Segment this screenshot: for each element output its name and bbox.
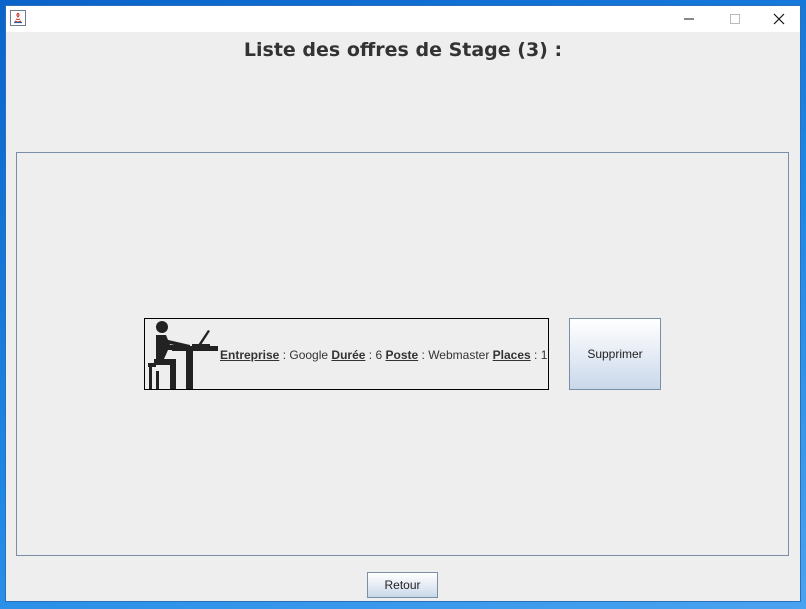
- minimize-icon: [684, 18, 694, 20]
- window-titlebar[interactable]: [6, 6, 800, 32]
- places-label: Places: [492, 348, 531, 362]
- delete-offer-button[interactable]: Supprimer: [569, 318, 661, 390]
- java-app-icon: [10, 10, 26, 26]
- close-icon: [773, 13, 785, 25]
- separator: :: [365, 348, 376, 362]
- minimize-button[interactable]: [666, 6, 712, 32]
- offers-list-panel: Entreprise : Google Durée : 6 Poste : We…: [16, 152, 789, 556]
- duration-value: 6: [375, 348, 383, 362]
- app-window: Liste des offres de Stage (3) : Entrepri…: [5, 5, 801, 602]
- maximize-icon: [730, 14, 740, 24]
- page-title: Liste des offres de Stage (3) :: [243, 39, 563, 61]
- company-label: Entreprise: [220, 348, 280, 362]
- position-value: Webmaster: [428, 348, 490, 362]
- person-at-desk-icon: [148, 321, 218, 389]
- duration-label: Durée: [331, 348, 366, 362]
- maximize-button[interactable]: [712, 6, 758, 32]
- position-label: Poste: [385, 348, 419, 362]
- back-button[interactable]: Retour: [367, 572, 438, 598]
- company-value: Google: [289, 348, 329, 362]
- separator: :: [418, 348, 429, 362]
- separator: :: [279, 348, 290, 362]
- offer-details: Entreprise : Google Durée : 6 Poste : We…: [220, 348, 547, 362]
- places-value: 1: [540, 348, 548, 362]
- close-button[interactable]: [756, 6, 802, 32]
- offer-card[interactable]: Entreprise : Google Durée : 6 Poste : We…: [144, 318, 549, 390]
- separator: :: [530, 348, 541, 362]
